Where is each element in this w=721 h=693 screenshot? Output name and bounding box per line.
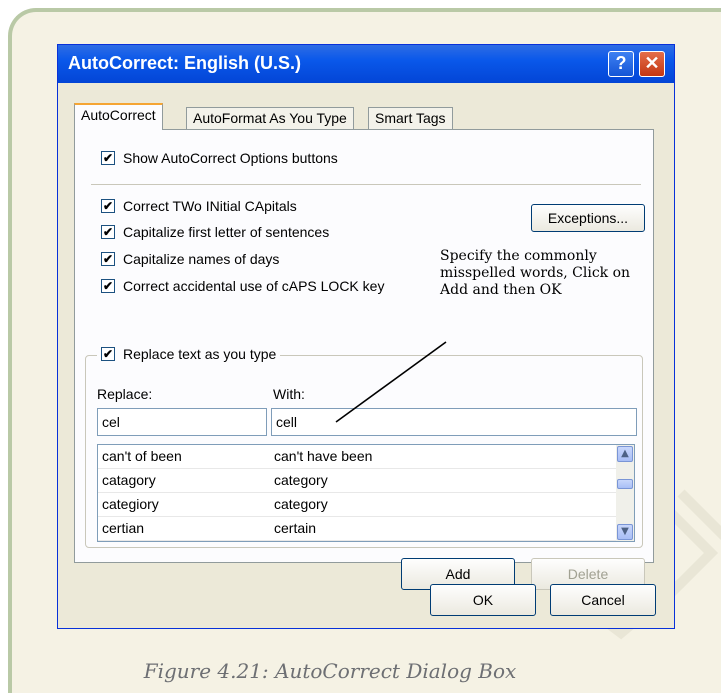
list-item-from: catagory [102,472,156,488]
tab-smart-tags[interactable]: Smart Tags [368,107,453,129]
cancel-button[interactable]: Cancel [550,584,656,616]
close-icon[interactable]: ✕ [639,51,665,77]
scroll-up-icon[interactable]: ▲ [617,446,633,462]
figure-caption: Figure 4.21: AutoCorrect Dialog Box [143,659,517,683]
caps-lock-label: Correct accidental use of cAPS LOCK key [123,278,385,294]
exceptions-button[interactable]: Exceptions... [531,204,645,232]
dialog-title: AutoCorrect: English (U.S.) [68,53,301,73]
with-input[interactable]: cell [271,408,637,436]
with-label: With: [273,386,305,402]
title-bar[interactable]: AutoCorrect: English (U.S.) ? ✕ [58,45,674,83]
tab-autocorrect[interactable]: AutoCorrect [74,103,163,130]
show-options-checkbox[interactable]: ✔ Show AutoCorrect Options buttons [101,150,338,166]
replacement-list[interactable]: can't of been can't have been catagory c… [97,444,635,542]
list-item[interactable]: categiory category [98,493,616,517]
checkmark-icon: ✔ [101,151,115,166]
correct-two-initials-label: Correct TWo INitial CApitals [123,198,297,214]
ok-button[interactable]: OK [430,584,536,616]
list-item-to: can't have been [274,448,373,464]
replace-text-checkbox[interactable]: ✔ Replace text as you type [97,346,281,363]
replace-label: Replace: [97,386,153,402]
help-icon[interactable]: ? [608,51,634,77]
autocorrect-dialog: AutoCorrect: English (U.S.) ? ✕ AutoCorr… [57,44,675,629]
caps-lock-checkbox[interactable]: ✔ Correct accidental use of cAPS LOCK key [101,278,384,294]
list-item-from: certian [102,520,145,536]
checkmark-icon: ✔ [101,225,115,240]
scroll-thumb[interactable] [617,479,633,489]
autocorrect-panel: ✔ Show AutoCorrect Options buttons ✔ Corre… [74,129,654,590]
replace-text-label: Replace text as you type [123,346,277,362]
capitalize-sentences-label: Capitalize first letter of sentences [123,224,330,240]
replace-input[interactable]: cel [97,408,267,436]
separator [91,184,641,185]
annotation-callout: Specify the commonly misspelled words, C… [440,248,631,298]
list-item-to: category [274,472,328,488]
tab-autoformat[interactable]: AutoFormat As You Type [186,107,354,129]
list-item-from: can't of been [102,448,182,464]
list-scrollbar[interactable]: ▲ ▼ [616,445,634,541]
list-item[interactable]: can't of been can't have been [98,445,616,469]
checkmark-icon: ✔ [101,279,115,294]
show-options-label: Show AutoCorrect Options buttons [123,150,338,166]
correct-two-initials-checkbox[interactable]: ✔ Correct TWo INitial CApitals [101,198,297,214]
checkmark-icon: ✔ [101,347,115,362]
checkmark-icon: ✔ [101,199,115,214]
list-item-to: certain [274,520,317,536]
list-item[interactable]: catagory category [98,469,616,493]
list-item-from: categiory [102,496,159,512]
capitalize-days-label: Capitalize names of days [123,251,280,267]
scroll-down-icon[interactable]: ▼ [617,524,633,540]
list-item-to: category [274,496,328,512]
list-item[interactable]: certian certain [98,517,616,541]
capitalize-days-checkbox[interactable]: ✔ Capitalize names of days [101,251,279,267]
capitalize-sentences-checkbox[interactable]: ✔ Capitalize first letter of sentences [101,224,329,240]
checkmark-icon: ✔ [101,252,115,267]
